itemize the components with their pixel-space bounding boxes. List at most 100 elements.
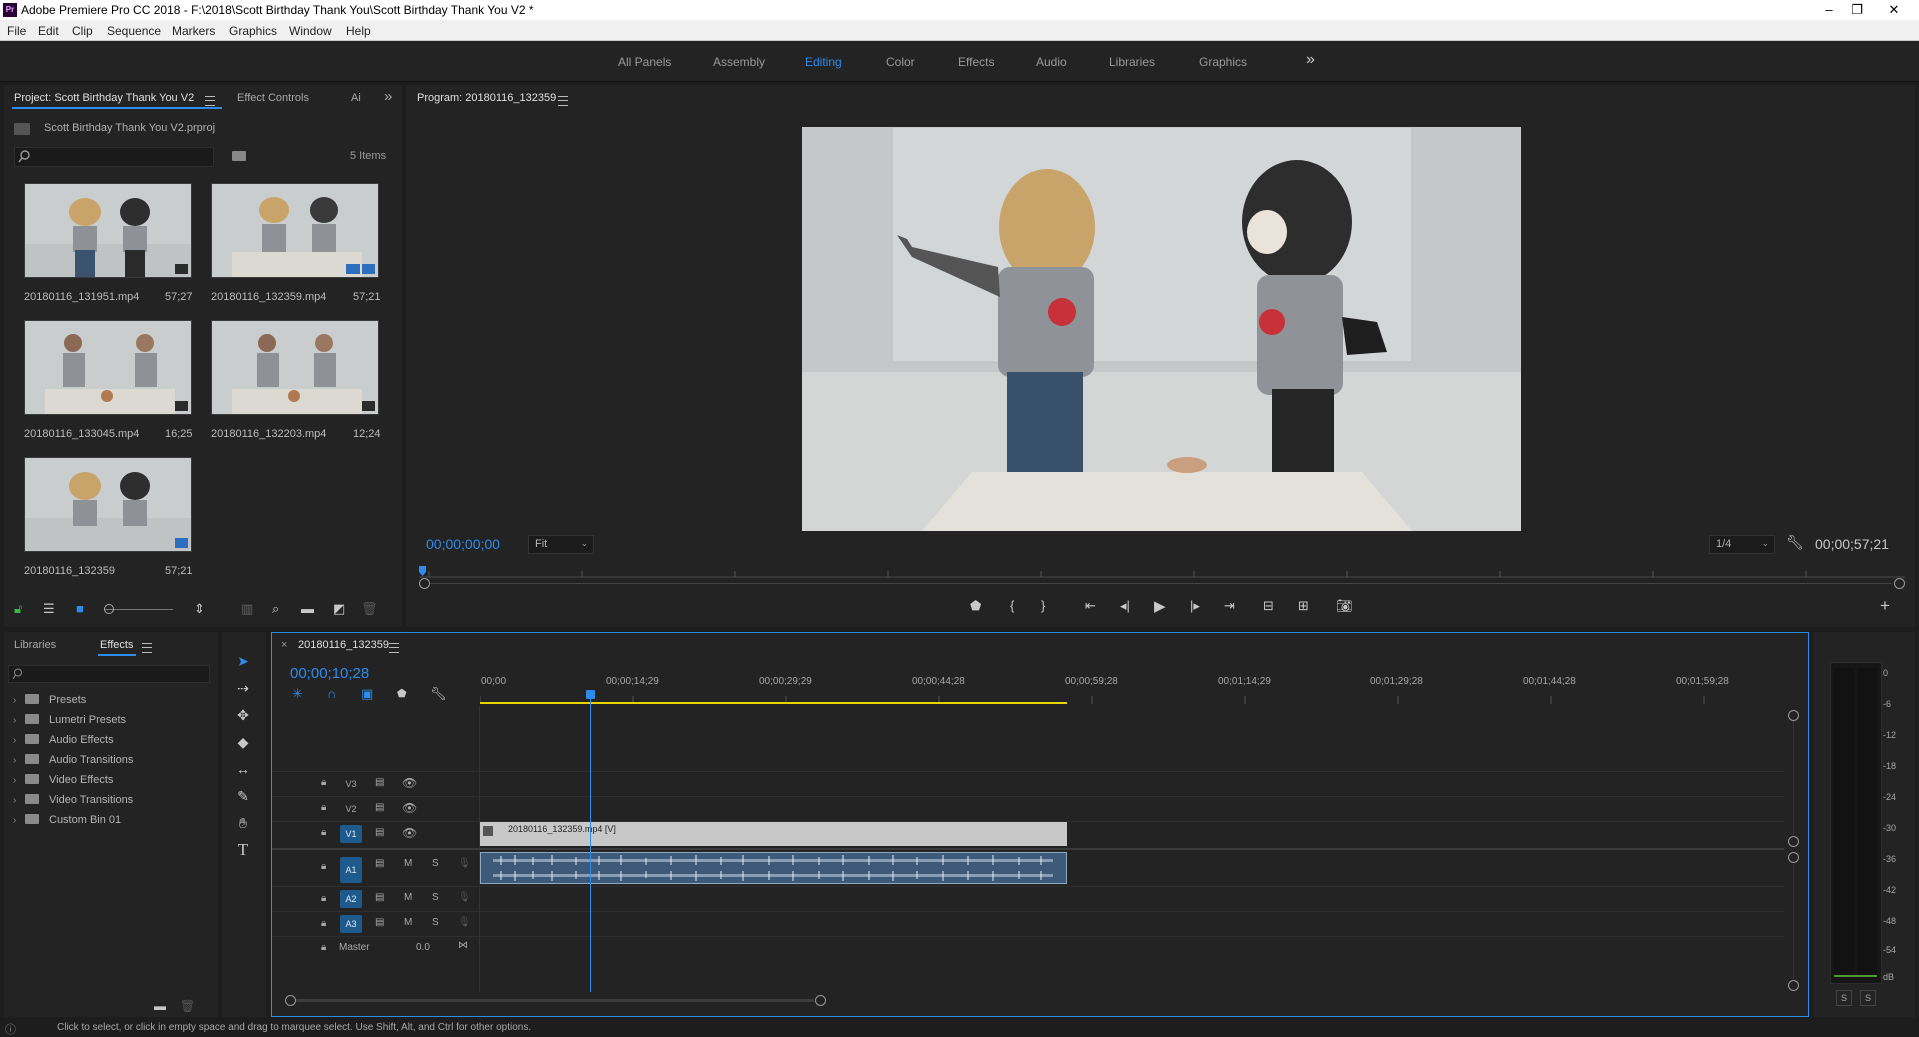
lock-icon[interactable]: 🔒︎ [321,802,326,813]
restore-button[interactable]: ❐ [1843,0,1871,20]
slip-tool-icon[interactable]: ↔ [233,759,253,779]
trash-icon[interactable]: 🗑︎ [361,601,378,617]
lock-icon[interactable]: 🔒︎ [321,918,326,929]
mark-out-icon[interactable]: } [1041,598,1045,613]
timeline-playhead-timecode[interactable]: 00;00;10;28 [290,665,369,682]
solo-left-button[interactable]: S [1836,990,1852,1006]
zoom-slider[interactable] [105,609,173,610]
tab-libraries[interactable]: Libraries [14,639,56,651]
track-label-v2[interactable]: V2 [340,800,362,818]
step-back-icon[interactable]: ◂| [1120,598,1130,614]
mute-button[interactable]: M [404,917,412,928]
workspace-overflow-icon[interactable]: » [1306,51,1315,69]
effects-folder-audio-transitions[interactable]: › Audio Transitions [13,754,133,766]
effects-search-input[interactable] [8,665,210,683]
timeline-playhead[interactable] [590,690,591,992]
menu-file[interactable]: File [7,24,26,38]
program-zoom-bar[interactable] [419,578,1905,590]
zoom-slider-handle[interactable] [104,604,114,614]
solo-button[interactable]: S [432,892,439,903]
sync-lock-icon[interactable]: ▤ [375,858,384,869]
linked-selection-icon[interactable]: ∩ [327,686,336,701]
menu-sequence[interactable]: Sequence [107,24,161,38]
lift-icon[interactable]: ⊟ [1263,598,1274,614]
camera-icon[interactable]: 📷︎ [1336,598,1353,614]
timeline-ruler[interactable] [479,688,1782,706]
track-label-v1[interactable]: V1 [340,825,362,843]
menu-graphics[interactable]: Graphics [229,24,277,38]
marker-icon[interactable]: ⬟ [397,687,407,700]
workspace-editing[interactable]: Editing [805,55,842,69]
eye-icon[interactable]: 👁︎ [402,826,417,840]
wrench-icon[interactable]: 🔧︎ [430,686,447,702]
new-item-icon[interactable]: ◩ [333,601,345,617]
timeline-zoom-bar[interactable] [296,999,814,1002]
play-icon[interactable]: ▶ [1154,597,1166,615]
video-clip[interactable]: 20180116_132359.mp4 [V] [480,822,1067,846]
lock-icon[interactable]: 🔒︎ [321,827,326,838]
master-volume-value[interactable]: 0.0 [416,942,430,953]
effects-folder-presets[interactable]: › Presets [13,694,86,706]
sync-lock-icon[interactable]: ▤ [375,827,384,838]
sync-lock-icon[interactable]: ▤ [375,777,384,788]
mark-in-icon[interactable]: { [1010,598,1014,613]
eye-icon[interactable]: 👁︎ [402,801,417,815]
menu-help[interactable]: Help [346,24,371,38]
playhead-handle[interactable] [586,690,595,699]
voiceover-mic-icon[interactable]: 🎙︎ [458,892,471,903]
lock-icon[interactable]: 🔒︎ [321,942,326,953]
program-monitor-title[interactable]: Program: 20180116_132359 [417,92,556,104]
resolution-dropdown[interactable]: 1/4 ⌄ [1709,535,1775,554]
clip-thumbnail[interactable] [24,320,192,415]
icon-view-icon[interactable]: ■ [76,601,84,616]
go-to-in-icon[interactable]: ⇤ [1085,598,1096,614]
timeline-sequence-tab[interactable]: 20180116_132359 [298,639,389,651]
program-scrubber[interactable] [419,566,1905,578]
ripple-edit-tool-icon[interactable]: ✥ [233,705,253,725]
hand-tool-icon[interactable]: ✋︎ [233,813,253,833]
fit-dropdown[interactable]: Fit ⌄ [528,535,594,554]
effects-folder-video-effects[interactable]: › Video Effects [13,774,113,786]
timeline-menu-icon[interactable] [389,643,399,653]
workspace-color[interactable]: Color [886,55,915,69]
track-label-a1[interactable]: A1 [340,857,362,883]
master-link-icon[interactable]: ⋈ [458,940,468,951]
tab-effects[interactable]: Effects [100,639,133,651]
sort-icon[interactable]: ⇕ [194,601,205,617]
video-scroll-top-handle[interactable] [1788,710,1799,721]
menu-markers[interactable]: Markers [172,24,215,38]
track-label-v3[interactable]: V3 [340,775,362,793]
effects-folder-custom-bin[interactable]: › Custom Bin 01 [13,814,121,826]
effects-folder-audio-effects[interactable]: › Audio Effects [13,734,114,746]
effects-folder-lumetri-presets[interactable]: › Lumetri Presets [13,714,126,726]
project-menu-icon[interactable] [205,96,215,106]
audio-clip[interactable] [480,852,1067,884]
add-marker-icon[interactable]: ⬟ [970,598,981,614]
workspace-assembly[interactable]: Assembly [713,55,765,69]
solo-right-button[interactable]: S [1860,990,1876,1006]
sequence-thumbnail[interactable] [24,457,192,552]
workspace-all-panels[interactable]: All Panels [618,55,671,69]
sync-lock-icon[interactable]: ▤ [375,802,384,813]
go-to-out-icon[interactable]: ⇥ [1224,598,1235,614]
mute-button[interactable]: M [404,858,412,869]
effects-folder-video-transitions[interactable]: › Video Transitions [13,794,133,806]
delete-icon[interactable]: 🗑︎ [180,999,195,1013]
minimize-button[interactable]: – [1815,0,1843,20]
list-view-icon[interactable]: ☰ [43,601,55,617]
sync-lock-icon[interactable]: ▤ [375,892,384,903]
workspace-graphics[interactable]: Graphics [1199,55,1247,69]
track-label-a2[interactable]: A2 [340,890,362,908]
program-current-timecode[interactable]: 00;00;00;00 [426,536,500,552]
eye-icon[interactable]: 👁︎ [402,776,417,790]
tab-project[interactable]: Project: Scott Birthday Thank You V2 [14,92,194,104]
solo-button[interactable]: S [432,917,439,928]
lock-icon[interactable]: 🔓︎ [14,601,22,617]
menu-edit[interactable]: Edit [38,24,59,38]
razor-tool-icon[interactable]: ◆ [233,732,253,752]
workspace-libraries[interactable]: Libraries [1109,55,1155,69]
step-forward-icon[interactable]: |▸ [1190,598,1200,614]
workspace-effects[interactable]: Effects [958,55,994,69]
lock-icon[interactable]: 🔒︎ [321,777,326,788]
audio-scroll-top-handle[interactable] [1788,852,1799,863]
